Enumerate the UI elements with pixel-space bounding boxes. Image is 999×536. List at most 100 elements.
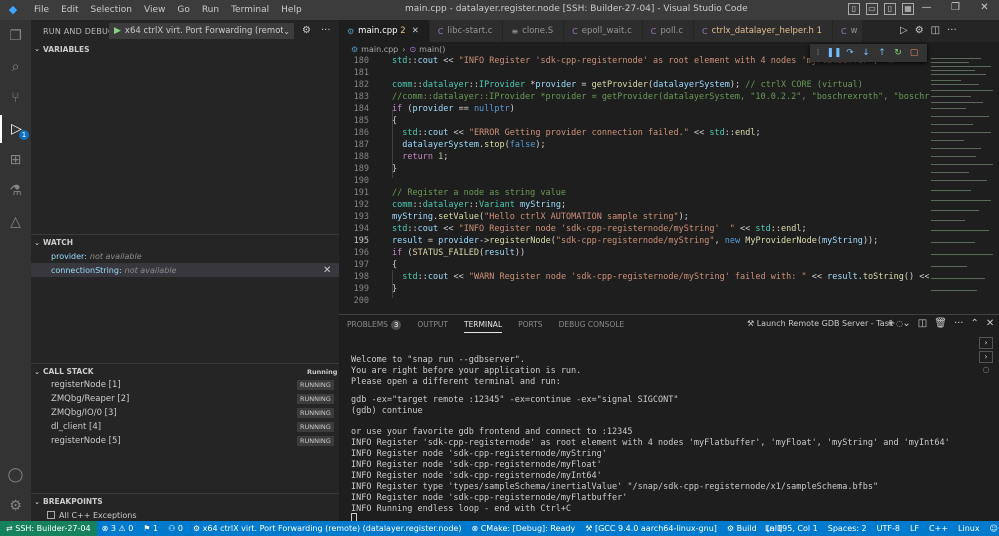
cursor-position[interactable]: Ln 195, Col 1 bbox=[760, 524, 823, 533]
tab-epoll-wait[interactable]: Cepoll_wait.c bbox=[564, 20, 643, 42]
problems-status[interactable]: ⊗ 3 ⚠ 0 bbox=[97, 524, 139, 533]
source-control-icon[interactable]: ⑂ bbox=[0, 84, 31, 112]
feedback-icon[interactable]: ☺ bbox=[985, 524, 999, 533]
tab-output[interactable]: OUTPUT bbox=[409, 315, 456, 335]
tab-scroll-icon[interactable]: ▷ bbox=[900, 25, 908, 36]
gear-icon[interactable]: ⚙ bbox=[302, 25, 311, 36]
restore-icon[interactable]: ❐ bbox=[941, 2, 970, 13]
breadcrumb-file[interactable]: main.cpp bbox=[361, 45, 398, 54]
tab-datalayer-helper[interactable]: Cctrlx_datalayer_helper.h 1 bbox=[694, 20, 834, 42]
spinner-icon[interactable]: ◌ bbox=[979, 365, 993, 377]
pause-icon[interactable]: ❚❚ bbox=[826, 48, 842, 58]
minimap-line bbox=[931, 80, 961, 81]
tab-overflow[interactable]: Cw bbox=[833, 20, 863, 42]
watch-section-header[interactable]: ⌄ WATCH bbox=[31, 234, 339, 250]
step-over-icon[interactable]: ↷ bbox=[842, 48, 858, 58]
restart-icon[interactable]: ↻ bbox=[890, 48, 906, 58]
close-icon[interactable]: ✕ bbox=[412, 26, 419, 36]
close-icon[interactable]: ✕ bbox=[986, 318, 994, 329]
step-into-icon[interactable]: ↓ bbox=[858, 48, 874, 58]
terminal-task-select[interactable]: ⚒ Launch Remote GDB Server - Task ◌ bbox=[747, 319, 903, 328]
language-mode[interactable]: C++ bbox=[924, 524, 953, 533]
thread-row[interactable]: ZMQbg/IO/0 [3] RUNNING bbox=[31, 406, 339, 420]
minimap[interactable] bbox=[929, 56, 999, 314]
thread-row[interactable]: ZMQbg/Reaper [2] RUNNING bbox=[31, 392, 339, 406]
trash-icon[interactable]: 🗑 bbox=[934, 318, 947, 329]
cmake-icon[interactable]: △ bbox=[0, 208, 31, 236]
tab-poll[interactable]: Cpoll.c bbox=[642, 20, 695, 42]
chevron-down-icon[interactable]: ⌄ bbox=[283, 27, 290, 36]
menu-file[interactable]: File bbox=[28, 5, 55, 15]
chevron-down-icon[interactable]: ⌄ bbox=[902, 318, 910, 329]
split-editor-icon[interactable]: ◫ bbox=[931, 25, 940, 36]
minimize-icon[interactable]: — bbox=[912, 2, 941, 13]
manage-gear-icon[interactable]: ⚙ bbox=[0, 492, 31, 520]
testing-icon[interactable]: ⚗ bbox=[0, 177, 31, 205]
thread-row[interactable]: registerNode [5] RUNNING bbox=[31, 434, 339, 448]
minimap-line bbox=[931, 148, 981, 149]
maximize-panel-icon[interactable]: ⌃ bbox=[970, 318, 978, 329]
tab-debug-console[interactable]: DEBUG CONSOLE bbox=[551, 315, 633, 335]
more-actions-icon[interactable]: ··· bbox=[954, 318, 964, 329]
close-window-icon[interactable]: ✕ bbox=[970, 2, 999, 13]
tab-main-cpp[interactable]: ⚙ main.cpp 2 ✕ bbox=[339, 20, 430, 42]
remote-indicator[interactable]: ⇄ SSH: Builder-27-04 bbox=[0, 521, 97, 536]
toggle-secondary-sidebar-icon[interactable]: ▯ bbox=[884, 3, 896, 15]
thread-row[interactable]: registerNode [1] RUNNING bbox=[31, 378, 339, 392]
checkbox-icon[interactable] bbox=[47, 511, 55, 519]
menu-view[interactable]: View bbox=[138, 5, 171, 15]
menu-go[interactable]: Go bbox=[171, 5, 195, 15]
ports-status[interactable]: ⚇ 0 bbox=[163, 524, 188, 533]
minimap-line bbox=[931, 132, 991, 133]
debug-config-label: x64 ctrlX virt. Port Forwarding (remote)… bbox=[202, 524, 462, 533]
debug-status[interactable]: ⚙ x64 ctrlX virt. Port Forwarding (remot… bbox=[188, 524, 467, 533]
menu-run[interactable]: Run bbox=[196, 5, 225, 15]
breakpoints-section-header[interactable]: ⌄ BREAKPOINTS bbox=[31, 493, 339, 509]
more-actions-icon[interactable]: ··· bbox=[947, 25, 957, 36]
start-debugging-icon[interactable]: ▶ bbox=[114, 26, 121, 36]
indentation[interactable]: Spaces: 2 bbox=[823, 524, 872, 533]
code-editor[interactable]: 180 181 182 183 184 185 186 187 188 189 … bbox=[339, 56, 929, 314]
new-terminal-icon[interactable]: + bbox=[887, 318, 895, 329]
explorer-icon[interactable]: ❐ bbox=[0, 22, 31, 50]
encoding[interactable]: UTF-8 bbox=[872, 524, 905, 533]
gear-icon[interactable]: ⚙ bbox=[915, 25, 924, 36]
breakpoint-item[interactable]: All C++ Exceptions bbox=[31, 508, 339, 522]
terminal-instance-icon[interactable]: › bbox=[979, 337, 993, 349]
toggle-panel-icon[interactable]: ▭ bbox=[866, 3, 878, 15]
watch-item[interactable]: provider: not available bbox=[31, 249, 339, 263]
remove-watch-icon[interactable]: ✕ bbox=[323, 265, 331, 276]
info-status[interactable]: ⚑ 1 bbox=[138, 524, 163, 533]
kit-status[interactable]: ⚒ [GCC 9.4.0 aarch64-linux-gnu] bbox=[580, 524, 722, 533]
tab-libc-start[interactable]: Clibc-start.c bbox=[429, 20, 504, 42]
breadcrumb-symbol[interactable]: main() bbox=[419, 45, 445, 54]
stop-icon[interactable]: ▢ bbox=[906, 48, 922, 58]
tab-ports[interactable]: PORTS bbox=[510, 315, 550, 335]
thread-row[interactable]: dl_client [4] RUNNING bbox=[31, 420, 339, 434]
debug-config-select[interactable]: ▶ x64 ctrlX virt. Port Forwarding (remot… bbox=[109, 23, 294, 39]
search-icon[interactable]: ⌕ bbox=[0, 53, 31, 81]
watch-item[interactable]: connectionString: not available ✕ bbox=[31, 263, 339, 277]
callstack-section-header[interactable]: ⌄ CALL STACK Running bbox=[31, 363, 339, 379]
cmake-status[interactable]: ⊗ CMake: [Debug]: Ready bbox=[466, 524, 580, 533]
menu-help[interactable]: Help bbox=[275, 5, 308, 15]
drag-handle-icon[interactable]: ⁞ bbox=[810, 48, 826, 58]
tab-problems[interactable]: PROBLEMS 3 bbox=[339, 315, 409, 335]
extensions-icon[interactable]: ⊞ bbox=[0, 146, 31, 174]
variables-section-header[interactable]: ⌄ VARIABLES bbox=[31, 41, 339, 57]
tab-clone[interactable]: ≡ clone.S bbox=[503, 20, 565, 42]
menu-edit[interactable]: Edit bbox=[55, 5, 84, 15]
menu-selection[interactable]: Selection bbox=[85, 5, 138, 15]
platform[interactable]: Linux bbox=[953, 524, 985, 533]
end-of-line[interactable]: LF bbox=[905, 524, 924, 533]
toggle-sidebar-icon[interactable]: ▯ bbox=[848, 3, 860, 15]
build-status[interactable]: ⚙ Build bbox=[722, 524, 762, 533]
menu-terminal[interactable]: Terminal bbox=[225, 5, 275, 15]
more-actions-icon[interactable]: ··· bbox=[321, 25, 331, 36]
tab-terminal[interactable]: TERMINAL bbox=[456, 315, 510, 335]
step-out-icon[interactable]: ↑ bbox=[874, 48, 890, 58]
terminal-instance-icon[interactable]: › bbox=[979, 351, 993, 363]
run-and-debug-icon[interactable]: ▷ 1 bbox=[0, 115, 31, 143]
accounts-icon[interactable]: ◯ bbox=[0, 461, 31, 489]
split-terminal-icon[interactable]: ◫ bbox=[918, 318, 927, 329]
